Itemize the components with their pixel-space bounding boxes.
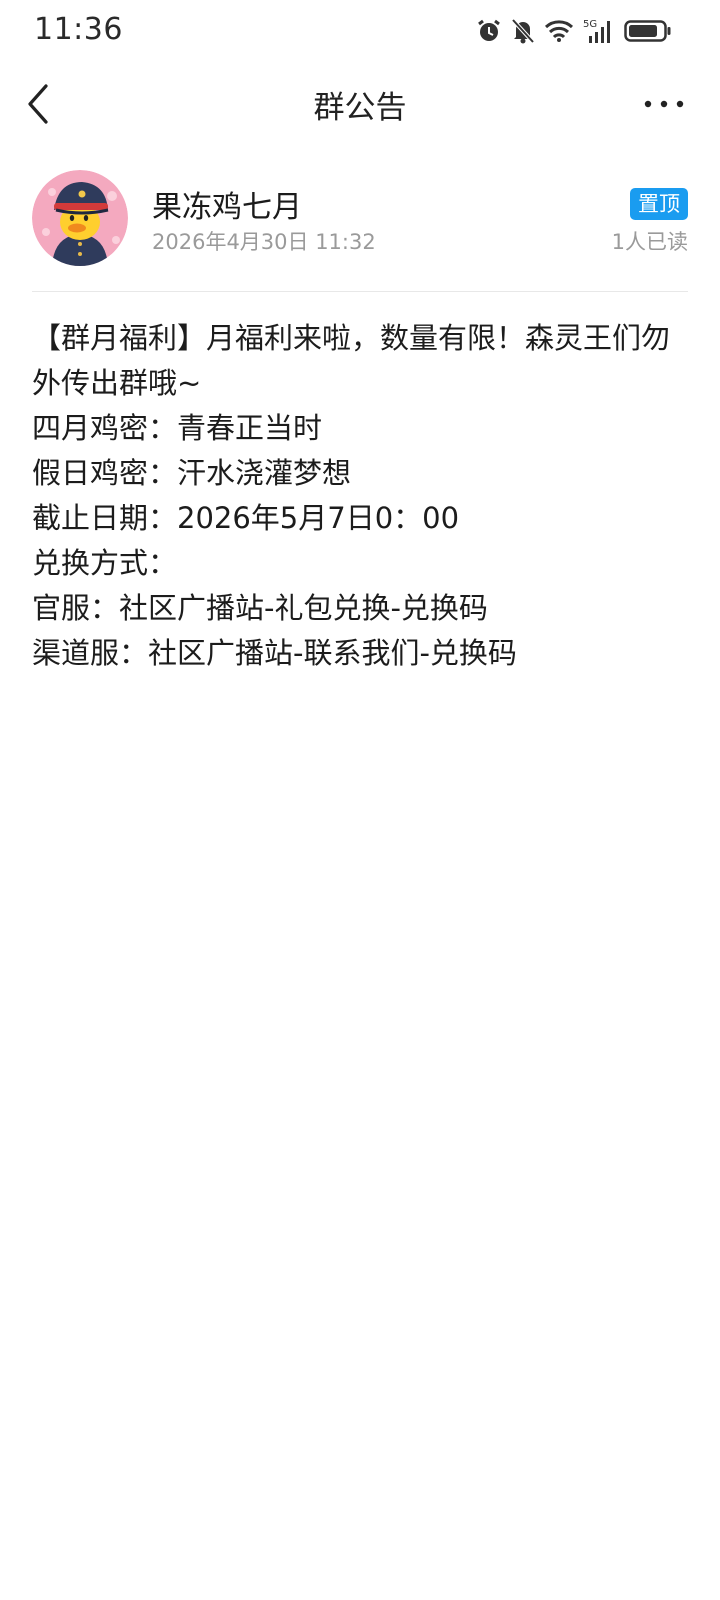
pinned-badge: 置顶 bbox=[630, 188, 688, 220]
status-bar: 11:36 5G bbox=[0, 0, 720, 64]
avatar[interactable] bbox=[32, 170, 128, 266]
page-title: 群公告 bbox=[313, 90, 407, 126]
announcement-header: 果冻鸡七月 2026年4月30日 11:32 置顶 1人已读 bbox=[32, 170, 688, 270]
signal-5g-icon: 5G bbox=[583, 19, 610, 43]
content-line: 官服：社区广播站-礼包兑换-兑换码 bbox=[32, 591, 488, 625]
alarm-icon bbox=[478, 19, 500, 41]
svg-text:5G: 5G bbox=[583, 19, 597, 30]
post-timestamp: 2026年4月30日 11:32 bbox=[152, 230, 376, 254]
announcement-content: 【群月福利】月福利来啦，数量有限！森灵王们勿外传出群哦~ 四月鸡密：青春正当时 … bbox=[32, 316, 688, 676]
status-icons: 5G bbox=[476, 14, 672, 48]
nav-bar: 群公告 bbox=[0, 64, 720, 144]
content-line: 截止日期：2026年5月7日0：00 bbox=[32, 501, 460, 535]
content-line: 兑换方式： bbox=[32, 546, 178, 580]
divider bbox=[32, 291, 688, 292]
author-name: 果冻鸡七月 bbox=[152, 190, 302, 225]
content-line: 【群月福利】月福利来啦，数量有限！森灵王们勿外传出群哦~ bbox=[32, 321, 671, 400]
mute-bell-icon bbox=[511, 18, 535, 44]
more-dots-icon[interactable] bbox=[642, 94, 686, 114]
content-line: 渠道服：社区广播站-联系我们-兑换码 bbox=[32, 636, 517, 670]
content-line: 假日鸡密：汗水浇灌梦想 bbox=[32, 456, 352, 490]
read-count[interactable]: 1人已读 bbox=[612, 226, 688, 256]
battery-icon bbox=[624, 20, 671, 42]
status-time: 11:36 bbox=[34, 12, 123, 47]
content-line: 四月鸡密：青春正当时 bbox=[32, 411, 323, 445]
wifi-icon bbox=[544, 20, 574, 42]
